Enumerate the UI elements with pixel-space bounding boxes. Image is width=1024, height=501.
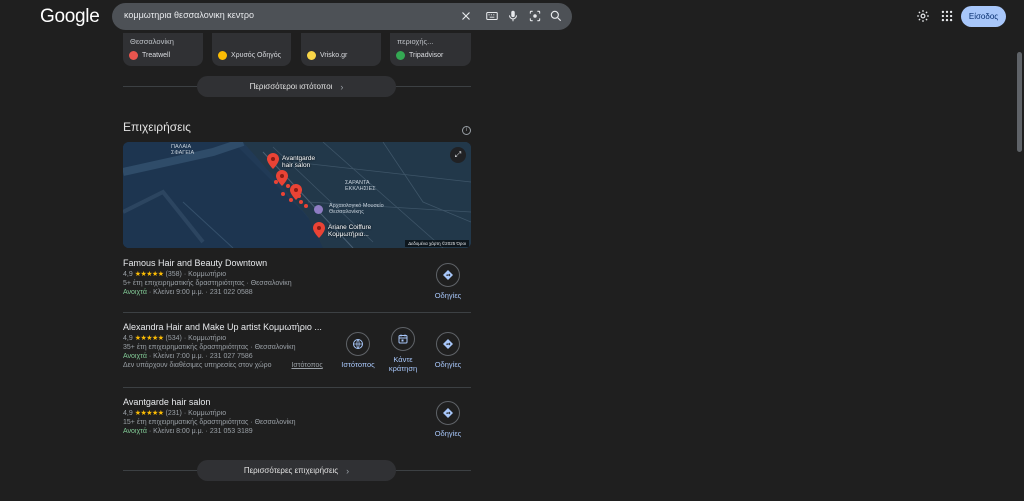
- settings-gear-icon[interactable]: [916, 9, 930, 23]
- website-button[interactable]: Ιστότοπος: [338, 332, 378, 369]
- vrisko-favicon-icon: [307, 51, 316, 60]
- expand-map-icon[interactable]: ⤢: [450, 147, 466, 163]
- map-pin-icon[interactable]: [267, 153, 279, 169]
- globe-icon: [353, 339, 363, 349]
- treatwell-favicon-icon: [129, 51, 138, 60]
- source-card-title: περιοχής...: [397, 37, 434, 46]
- map-attribution[interactable]: Δεδομένα χάρτη ©2025 Όροι: [405, 240, 469, 247]
- map-label-palaia-sfagia: ΠΑΛΑΙΑ ΣΦΑΓΕΙΑ: [171, 144, 195, 156]
- star-rating-icon: ★★★★★: [134, 410, 164, 417]
- map-pin-label-avantgarde: Avantgarde hair salon: [282, 155, 316, 169]
- search-icon[interactable]: [549, 9, 563, 23]
- business-rating-line: 4,9 ★★★★★ (358) · Κομμωτήριο: [123, 271, 227, 278]
- map-label-museum: Αρχαιολογικό Μουσείο Θεσσαλονίκης: [329, 203, 384, 215]
- hours-phone: · Κλείνει 7:00 μ.μ. · 231 027 7586: [148, 353, 253, 360]
- museum-icon[interactable]: [314, 205, 323, 214]
- business-rating-line: 4,9 ★★★★★ (231) · Κομμωτήριο: [123, 410, 227, 417]
- map-label-saranta-ekklisies: ΣΑΡΑΝΤΑ ΕΚΚΛΗΣΙΕΣ: [345, 180, 376, 192]
- book-button[interactable]: Κάντε κράτηση: [383, 327, 423, 373]
- more-businesses-label: Περισσότερες επιχειρήσεις: [243, 466, 339, 475]
- business-hours-line: Ανοιχτά · Κλείνει 8:00 μ.μ. · 231 053 31…: [123, 428, 471, 435]
- business-category: Κομμωτήριο: [188, 271, 227, 278]
- source-card[interactable]: Θεσσαλονίκη Treatwell: [123, 33, 203, 66]
- open-status: Ανοιχτά: [123, 428, 147, 435]
- more-businesses-button[interactable]: Περισσότερες επιχειρήσεις ›: [197, 460, 396, 481]
- map-pin-icon[interactable]: [313, 222, 325, 238]
- chevron-right-icon: ›: [346, 465, 350, 476]
- open-status: Ανοιχτά: [123, 353, 147, 360]
- hours-phone: · Κλείνει 9:00 μ.μ. · 231 022 0588: [148, 289, 253, 296]
- open-status: Ανοιχτά: [123, 289, 147, 296]
- review-count: (231): [165, 410, 182, 417]
- search-input[interactable]: κομμωτηρια θεσσαλονικη κεντρο: [124, 10, 254, 20]
- directions-label: Οδηγίες: [434, 291, 462, 300]
- source-card-title: Θεσσαλονίκη: [130, 37, 174, 46]
- source-name: Χρυσός Οδηγός: [231, 52, 282, 59]
- business-category: Κομμωτήριο: [188, 410, 227, 417]
- lens-icon[interactable]: [528, 9, 542, 23]
- info-icon[interactable]: i: [462, 126, 471, 135]
- star-rating-icon: ★★★★★: [134, 335, 164, 342]
- star-rating-icon: ★★★★★: [134, 271, 164, 278]
- source-name: Tripadvisor: [409, 52, 444, 59]
- section-title: Επιχειρήσεις: [123, 120, 191, 134]
- divider: [123, 312, 471, 313]
- scrollbar[interactable]: [1015, 0, 1024, 501]
- review-count: (358): [165, 271, 182, 278]
- book-label: Κάντε κράτηση: [388, 355, 418, 373]
- source-card[interactable]: Χρυσός Οδηγός: [212, 33, 291, 66]
- chrysos-odigos-favicon-icon: [218, 51, 227, 60]
- rating-value: 4,9: [123, 410, 133, 417]
- signin-button[interactable]: Είσοδος: [961, 6, 1006, 27]
- microphone-icon[interactable]: [506, 9, 520, 23]
- more-sites-label: Περισσότεροι ιστότοποι: [249, 82, 333, 91]
- source-name: Vrisko.gr: [320, 52, 348, 59]
- tripadvisor-favicon-icon: [396, 51, 405, 60]
- business-listing[interactable]: Famous Hair and Beauty Downtown 4,9 ★★★★…: [123, 258, 471, 296]
- hours-phone: · Κλείνει 8:00 μ.μ. · 231 053 3189: [148, 428, 253, 435]
- business-years: 5+ έτη επιχειρηματικής δραστηριότητας · …: [123, 280, 292, 287]
- directions-button[interactable]: Οδηγίες: [428, 263, 468, 300]
- business-category: Κομμωτήριο: [188, 335, 227, 342]
- business-years: 15+ έτη επιχειρηματικής δραστηριότητας ·…: [123, 419, 296, 426]
- source-card[interactable]: περιοχής... Tripadvisor: [390, 33, 471, 66]
- scrollbar-thumb[interactable]: [1017, 52, 1022, 152]
- directions-label: Οδηγίες: [434, 429, 462, 438]
- map[interactable]: ΠΑΛΑΙΑ ΣΦΑΓΕΙΑ ΣΑΡΑΝΤΑ ΕΚΚΛΗΣΙΕΣ Αρχαιολ…: [123, 142, 471, 248]
- business-name[interactable]: Avantgarde hair salon: [123, 397, 471, 407]
- directions-icon: [443, 270, 453, 280]
- website-link[interactable]: Ιστότοπος: [291, 362, 322, 369]
- review-count: (534): [165, 335, 182, 342]
- directions-button[interactable]: Οδηγίες: [428, 401, 468, 438]
- business-listing[interactable]: Avantgarde hair salon 4,9 ★★★★★ (231) · …: [123, 397, 471, 435]
- directions-icon: [443, 408, 453, 418]
- source-card[interactable]: Vrisko.gr: [301, 33, 381, 66]
- search-box[interactable]: κομμωτηρια θεσσαλονικη κεντρο: [112, 3, 572, 30]
- rating-value: 4,9: [123, 335, 133, 342]
- map-pin-icon[interactable]: [290, 184, 302, 200]
- directions-button[interactable]: Οδηγίες: [428, 332, 468, 369]
- map-pin-label-ariane: Ariane Coiffure Κομμωτήρια...: [328, 224, 372, 238]
- calendar-icon: [398, 334, 408, 344]
- business-hours-line: Ανοιχτά · Κλείνει 9:00 μ.μ. · 231 022 05…: [123, 289, 471, 296]
- source-name: Treatwell: [142, 52, 171, 59]
- apps-grid-icon[interactable]: [940, 9, 954, 23]
- directions-label: Οδηγίες: [434, 360, 462, 369]
- top-bar: Google κομμωτηρια θεσσαλονικη κεντρο Είσ…: [0, 0, 1024, 33]
- divider: [123, 387, 471, 388]
- clear-icon[interactable]: [459, 9, 473, 23]
- services-note: Δεν υπάρχουν διαθέσιμες υπηρεσίες στον χ…: [123, 362, 272, 369]
- chevron-right-icon: ›: [340, 81, 344, 92]
- more-sites-button[interactable]: Περισσότεροι ιστότοποι ›: [197, 76, 396, 97]
- google-logo[interactable]: Google: [40, 6, 100, 28]
- keyboard-icon[interactable]: [485, 9, 499, 23]
- rating-value: 4,9: [123, 271, 133, 278]
- directions-icon: [443, 339, 453, 349]
- business-name[interactable]: Famous Hair and Beauty Downtown: [123, 258, 471, 268]
- website-label: Ιστότοπος: [341, 360, 375, 369]
- map-pin-icon[interactable]: [276, 170, 288, 186]
